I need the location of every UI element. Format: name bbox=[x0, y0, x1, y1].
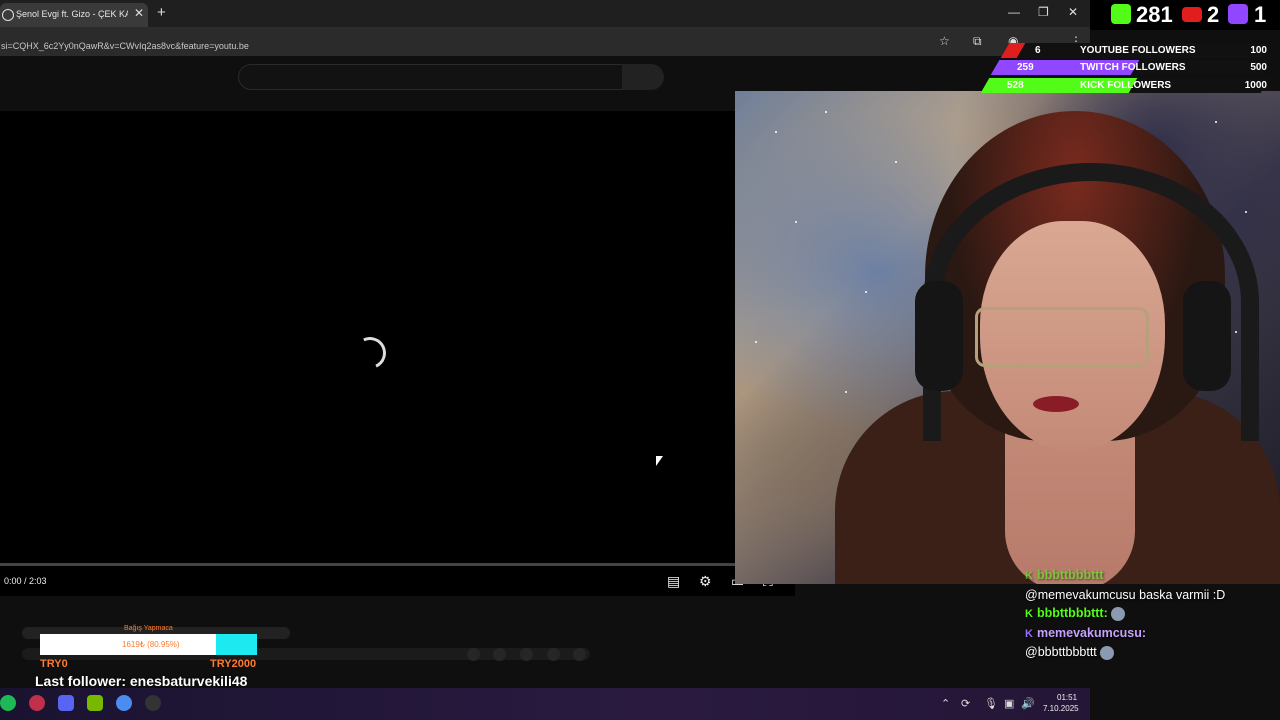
video-time: 0:00 / 2:03 bbox=[4, 576, 47, 586]
discord-icon[interactable] bbox=[58, 695, 74, 711]
follower-goal-row: 259 TWITCH FOLLOWERS 500 bbox=[990, 60, 1275, 75]
bookmark-star-icon[interactable]: ☆ bbox=[939, 34, 950, 48]
chat-username: bbbttbbbttt: bbox=[1036, 606, 1108, 620]
spotify-icon[interactable] bbox=[0, 695, 16, 711]
donation-goal-text: 1619₺ (80.95%) bbox=[122, 640, 180, 649]
volume-icon[interactable]: 🔊 bbox=[1021, 697, 1035, 710]
nvidia-icon[interactable] bbox=[87, 695, 103, 711]
lips bbox=[1033, 396, 1079, 412]
follower-goal-row: 6 YOUTUBE FOLLOWERS 100 bbox=[1000, 43, 1275, 58]
goal-current: 259 bbox=[1017, 62, 1034, 73]
donation-goal-bar: 1619₺ (80.95%) bbox=[40, 634, 257, 655]
goal-target: 500 bbox=[1250, 62, 1267, 73]
chat-emote-icon bbox=[1110, 606, 1125, 621]
extensions-icon[interactable]: ⧉ bbox=[973, 34, 982, 49]
headset-ear-right bbox=[1183, 281, 1231, 391]
kick-count: 281 bbox=[1136, 2, 1173, 27]
settings-gear-icon[interactable]: ⚙ bbox=[699, 573, 712, 590]
webcam-feed bbox=[735, 91, 1280, 584]
follower-goal-row: 528 KICK FOLLOWERS 1000 bbox=[980, 78, 1275, 93]
goal-label: KICK FOLLOWERS bbox=[1080, 80, 1172, 91]
minimize-button[interactable]: — bbox=[1008, 5, 1020, 19]
goal-current: 6 bbox=[1035, 45, 1041, 56]
twitch-icon bbox=[1228, 4, 1248, 24]
youtube-count: 2 bbox=[1207, 2, 1220, 27]
clock-date[interactable]: 7.10.2025 bbox=[1043, 704, 1079, 713]
tray-sync-icon[interactable]: ⟳ bbox=[961, 697, 970, 710]
goal-label: TWITCH FOLLOWERS bbox=[1080, 62, 1186, 73]
donation-min-label: TRY0 bbox=[40, 658, 68, 670]
headset-ear-left bbox=[915, 281, 963, 391]
placeholder-dot bbox=[547, 648, 560, 661]
tab-favicon-icon bbox=[2, 9, 14, 21]
chat-message: Kmemevakumcusu: @bbbttbbbttt bbox=[1025, 624, 1280, 662]
address-bar: si=CQHX_6c2Yy0nQawR&v=CWvIq2as8vc&featur… bbox=[0, 27, 1090, 56]
chrome-icon[interactable] bbox=[116, 695, 132, 711]
search-input[interactable] bbox=[238, 64, 624, 90]
goal-label: YOUTUBE FOLLOWERS bbox=[1080, 45, 1196, 56]
chat-overlay: Kbbbttbbbttt @memevakumcusu baska varmii … bbox=[1025, 566, 1280, 662]
url-field[interactable]: si=CQHX_6c2Yy0nQawR&v=CWvIq2as8vc&featur… bbox=[0, 30, 960, 52]
placeholder-dot bbox=[467, 648, 480, 661]
taskbar bbox=[0, 688, 1090, 720]
kick-badge-icon: K bbox=[1025, 608, 1033, 620]
obs-icon[interactable] bbox=[145, 695, 161, 711]
donation-max-label: TRY2000 bbox=[210, 658, 257, 670]
last-follower: Last follower: enesbaturvekili48 bbox=[35, 673, 248, 689]
app-icon[interactable] bbox=[29, 695, 45, 711]
chat-message: @memevakumcusu baska varmii :D bbox=[1025, 586, 1280, 605]
twitch-count: 1 bbox=[1254, 2, 1267, 27]
chat-message: Kbbbttbbbttt bbox=[1025, 566, 1280, 586]
browser-tab[interactable]: Şenol Evgi ft. Gizo - ÇEK KAMER ✕ bbox=[0, 3, 148, 27]
chat-username: bbbttbbbttt bbox=[1036, 568, 1104, 582]
goal-target: 100 bbox=[1250, 45, 1267, 56]
tab-close-icon[interactable]: ✕ bbox=[134, 6, 144, 20]
window-close-button[interactable]: ✕ bbox=[1068, 5, 1078, 19]
tab-title: Şenol Evgi ft. Gizo - ÇEK KAMER bbox=[16, 9, 128, 19]
mouse-cursor-icon bbox=[656, 456, 663, 466]
chat-emote-icon bbox=[1099, 645, 1114, 660]
kick-badge-icon: K bbox=[1025, 627, 1033, 640]
chat-username: memevakumcusu: bbox=[1036, 625, 1147, 640]
restore-button[interactable]: ❐ bbox=[1038, 5, 1049, 19]
new-tab-button[interactable]: + bbox=[157, 4, 166, 21]
tray-chevron-icon[interactable]: ⌃ bbox=[941, 697, 950, 710]
chat-text: @memevakumcusu baska varmii :D bbox=[1025, 587, 1226, 602]
clock-time[interactable]: 01:51 bbox=[1057, 693, 1077, 702]
kick-badge-icon: K bbox=[1025, 570, 1033, 582]
network-icon[interactable]: ▣ bbox=[1004, 697, 1014, 710]
chat-text: @bbbttbbbttt bbox=[1025, 645, 1097, 659]
placeholder-dot bbox=[520, 648, 533, 661]
glasses bbox=[975, 307, 1149, 367]
youtube-icon bbox=[1182, 7, 1202, 22]
goal-current: 528 bbox=[1007, 80, 1024, 91]
goal-target: 1000 bbox=[1244, 80, 1267, 91]
placeholder-dot bbox=[573, 648, 586, 661]
placeholder-dot bbox=[493, 648, 506, 661]
subtitles-icon[interactable]: ▤ bbox=[667, 573, 680, 590]
microphone-icon[interactable]: 🎙 bbox=[984, 697, 998, 710]
donation-goal-title: Bağış Yapmaca bbox=[124, 625, 173, 632]
kick-icon bbox=[1111, 4, 1131, 24]
chat-message: Kbbbttbbbttt: bbox=[1025, 604, 1280, 624]
platform-counters: 281 2 1 bbox=[1090, 0, 1280, 30]
search-button[interactable] bbox=[622, 64, 664, 90]
url-text[interactable]: si=CQHX_6c2Yy0nQawR&v=CWvIq2as8vc&featur… bbox=[1, 41, 249, 51]
